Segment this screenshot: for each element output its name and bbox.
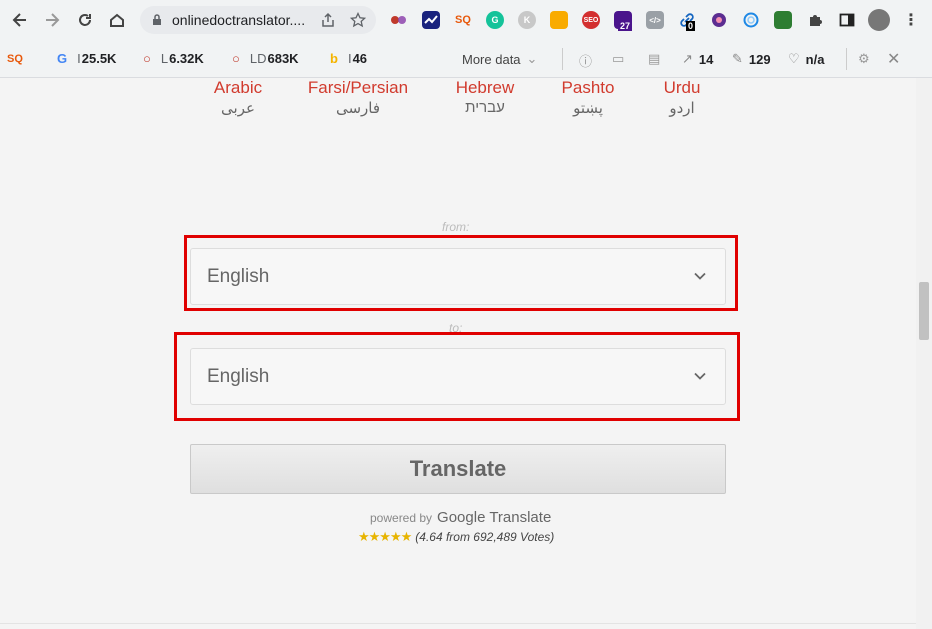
- translate-button[interactable]: Translate: [190, 444, 726, 494]
- avatar[interactable]: [868, 9, 890, 31]
- hat-icon[interactable]: 27: [614, 11, 633, 31]
- external-links-metric[interactable]: ↗ 14: [682, 51, 713, 67]
- chevron-down-icon: [694, 272, 706, 280]
- ring-icon[interactable]: [742, 11, 760, 29]
- monitor-icon[interactable]: ▭: [612, 51, 624, 67]
- edit-icon: ✎: [732, 51, 743, 66]
- from-label: from:: [442, 220, 470, 234]
- to-language-select[interactable]: English: [190, 348, 726, 405]
- language-link-farsi[interactable]: Farsi/Persian فارسی: [306, 78, 410, 117]
- seoquake-logo-icon[interactable]: SQ: [6, 50, 24, 68]
- rating: ★★★★★ (4.64 from 692,489 Votes): [358, 529, 555, 544]
- close-icon[interactable]: ✕: [887, 49, 900, 69]
- seo-toolbar: SQ G I 25.5K ○ L 6.32K ○ LD 683K b I 46 …: [0, 40, 932, 78]
- grammarly-icon[interactable]: G: [486, 11, 504, 29]
- address-bar[interactable]: onlinedoctranslator....: [140, 6, 376, 34]
- url-text: onlinedoctranslator....: [172, 12, 306, 28]
- internal-links-metric[interactable]: ✎ 129: [732, 51, 771, 67]
- from-language-select[interactable]: English: [190, 248, 726, 305]
- link-badge: 0: [686, 21, 696, 31]
- google-translate-logo: Google Translate: [437, 509, 552, 526]
- divider: [0, 623, 916, 624]
- links-metric[interactable]: ○ L 6.32K: [143, 51, 204, 66]
- seo-icon[interactable]: SEO: [582, 11, 600, 29]
- google-icon: G: [57, 51, 68, 66]
- sidebar-icon[interactable]: [838, 11, 856, 29]
- hat-badge: 27: [618, 21, 633, 31]
- circle-icon[interactable]: [710, 11, 728, 29]
- trend-icon[interactable]: [422, 11, 440, 29]
- bing-index-metric[interactable]: b I 46: [330, 51, 367, 66]
- circle-o-icon: ○: [143, 51, 151, 66]
- divider: [846, 48, 847, 70]
- scrollbar[interactable]: [916, 78, 932, 629]
- page-content: Arabic عربى Farsi/Persian فارسی Hebrew ע…: [0, 78, 916, 629]
- seoquake-icon[interactable]: SQ: [454, 11, 472, 29]
- forward-icon[interactable]: [40, 8, 64, 32]
- menu-icon[interactable]: ⋮: [902, 11, 920, 29]
- info-icon[interactable]: ⓘ: [579, 51, 592, 70]
- heart-icon: ♡: [788, 51, 800, 66]
- divider: [562, 48, 563, 70]
- green-ext-icon[interactable]: [774, 11, 792, 29]
- lock-icon: [153, 14, 161, 25]
- health-metric[interactable]: ♡ n/a: [788, 51, 824, 67]
- circle-o-icon: ○: [232, 51, 240, 66]
- link-domains-metric[interactable]: ○ LD 683K: [232, 51, 299, 66]
- google-index-metric[interactable]: G I 25.5K: [57, 51, 116, 66]
- bing-icon: b: [330, 51, 338, 66]
- language-link-arabic[interactable]: Arabic عربى: [198, 78, 278, 117]
- chevron-down-icon: ⌄: [526, 51, 538, 66]
- star-rating-icon: ★★★★★: [358, 529, 412, 544]
- chevron-down-icon: [694, 372, 706, 380]
- reload-icon[interactable]: [73, 8, 97, 32]
- color-picker-icon[interactable]: [390, 11, 408, 29]
- bookmark-star-icon[interactable]: [349, 11, 367, 28]
- language-link-urdu[interactable]: Urdu اردو: [652, 78, 712, 117]
- share-icon[interactable]: [320, 12, 336, 28]
- more-data-dropdown[interactable]: More data ⌄: [462, 51, 537, 67]
- scrollbar-thumb[interactable]: [919, 282, 929, 340]
- yellow-ext-icon[interactable]: [550, 11, 568, 29]
- powered-by-google: powered by Google Translate: [370, 509, 552, 526]
- back-icon[interactable]: [8, 8, 32, 32]
- language-link-pashto[interactable]: Pashto پښتو: [555, 78, 621, 117]
- home-icon[interactable]: [105, 8, 129, 32]
- puzzle-icon[interactable]: [806, 11, 824, 29]
- gear-icon[interactable]: ⚙: [858, 51, 870, 67]
- language-link-hebrew[interactable]: Hebrew עברית: [447, 78, 523, 116]
- k-icon[interactable]: K: [518, 11, 536, 29]
- code-icon[interactable]: </>: [646, 11, 664, 29]
- browser-toolbar: onlinedoctranslator.... SQ G K SEO 27 </…: [0, 0, 932, 40]
- external-link-icon: ↗: [682, 51, 693, 66]
- link-icon[interactable]: 0: [678, 11, 696, 31]
- document-icon[interactable]: ▤: [648, 51, 660, 67]
